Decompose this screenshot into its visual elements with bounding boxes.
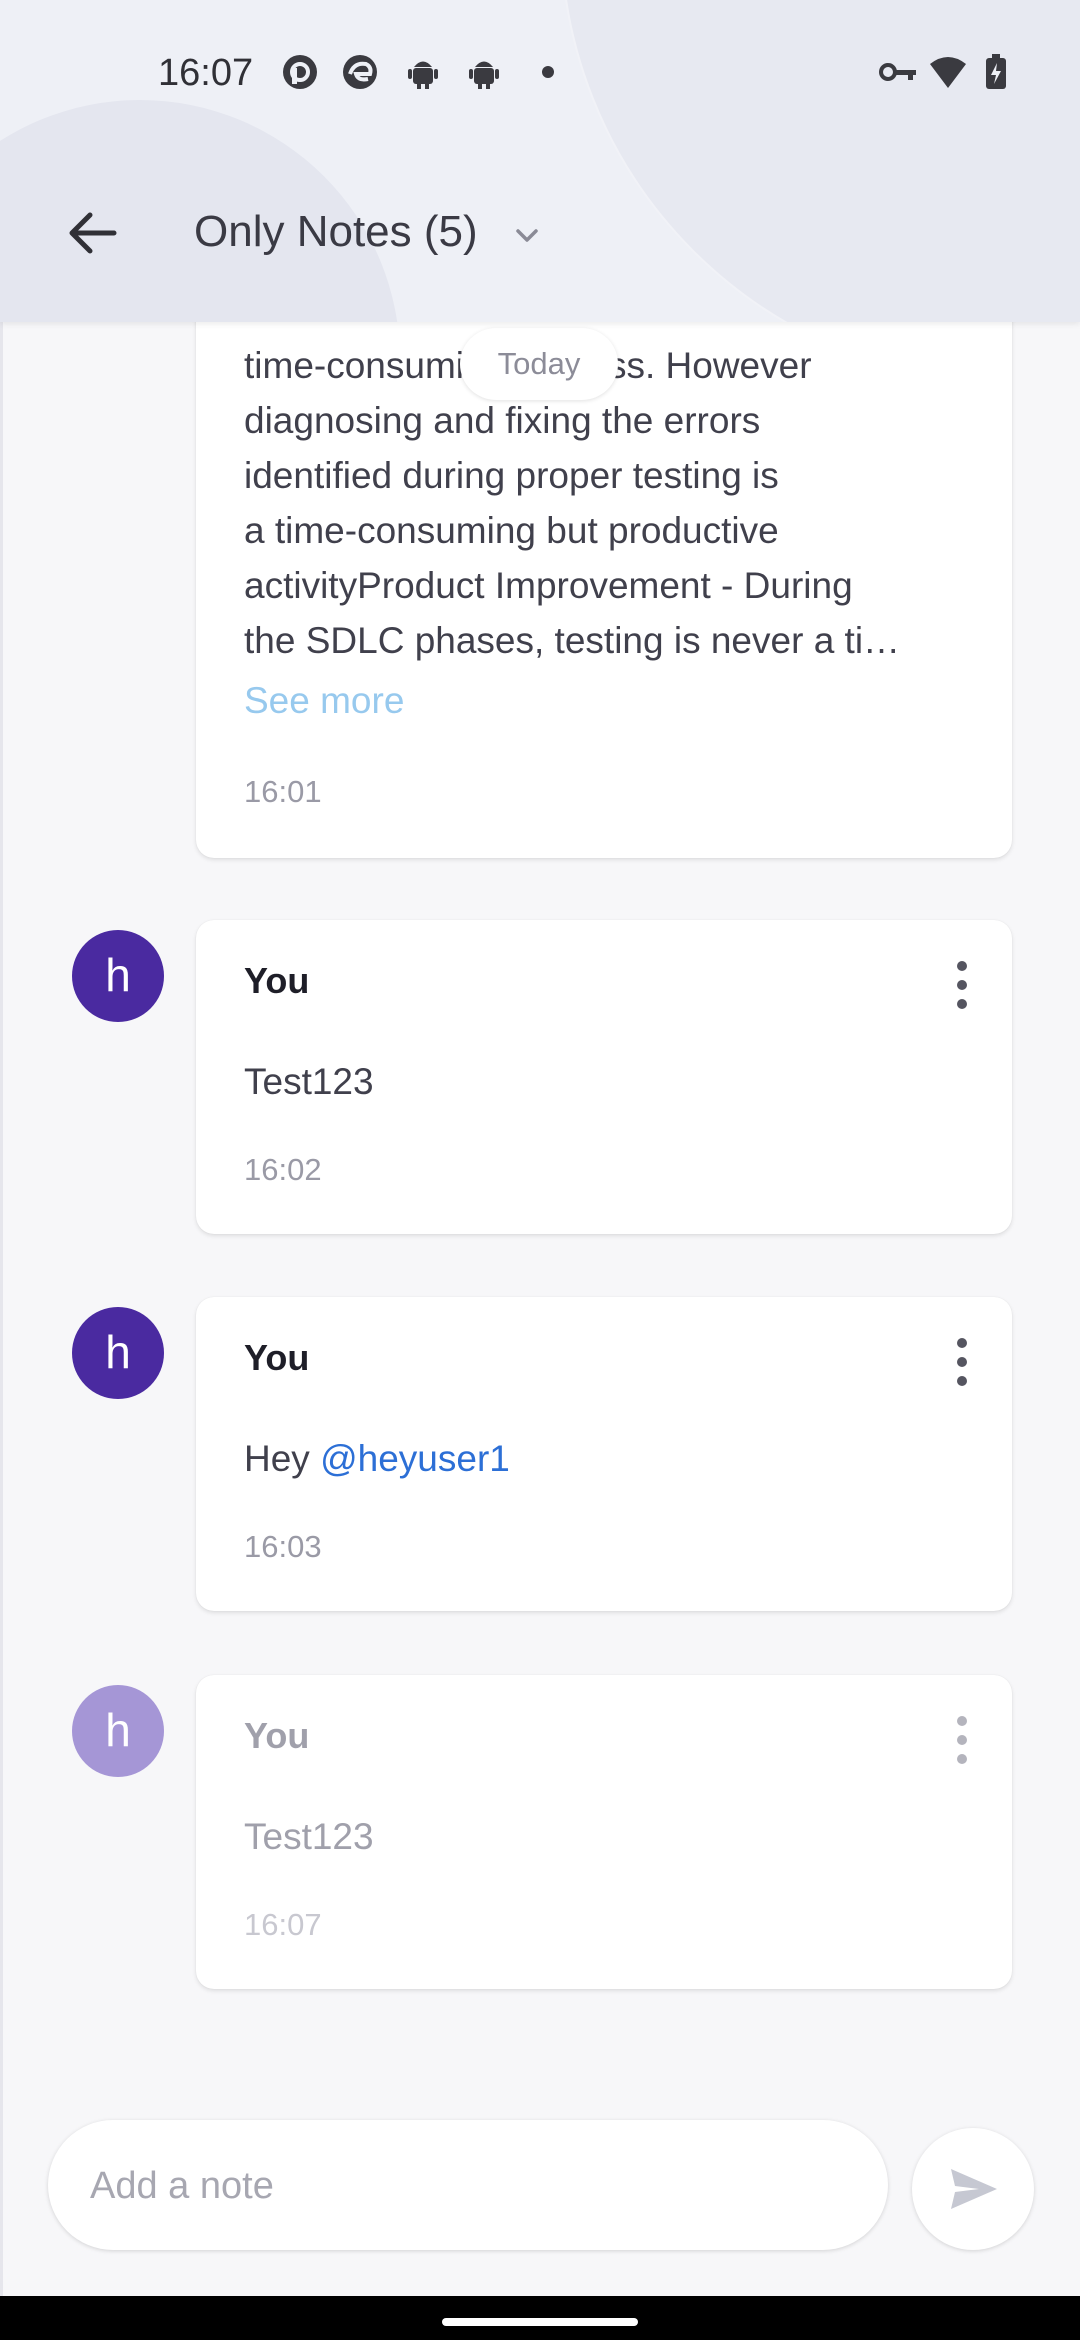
avatar[interactable]: h [72,1307,164,1399]
edge-icon [343,55,377,89]
android-icon [469,61,499,89]
top-app-bar: 16:07 Only Notes (5) [0,0,1080,322]
add-note-input[interactable] [88,2150,852,2222]
note-text-line: activityProduct Improvement - During [244,565,853,606]
vpn-key-icon [879,63,916,81]
home-gesture-handle[interactable] [442,2318,638,2326]
divider [0,322,3,2296]
note-timestamp: 16:01 [244,774,322,809]
note-text-line: the SDLC phases, testing is never a ti… [244,620,901,661]
more-vert-icon[interactable] [954,1715,970,1765]
note-card-pending: You Test123 16:07 [196,1675,1012,1989]
send-button[interactable] [912,2128,1034,2250]
note-text: Hey @heyuser1 [244,1431,510,1486]
pocket-casts-icon [283,55,317,89]
avatar[interactable]: h [72,1685,164,1777]
more-vert-icon[interactable] [954,960,970,1010]
dot-icon [542,66,554,78]
note-text-line: identified during proper testing is [244,455,779,496]
note-text: Test123 [244,1816,374,1857]
chevron-down-icon[interactable] [512,220,542,250]
note-timestamp: 16:03 [244,1529,322,1564]
note-card: You Test123 16:02 [196,920,1012,1234]
note-text: Test123 [244,1061,374,1102]
status-bar: 16:07 [0,0,1080,150]
send-icon [951,2169,997,2209]
avatar[interactable]: h [72,930,164,1022]
note-author: You [244,960,310,1001]
note-author: You [244,1715,310,1756]
note-text-line: diagnosing and fixing the errors [244,400,761,441]
more-vert-icon[interactable] [954,1337,970,1387]
date-separator-chip: Today [460,328,618,400]
status-time: 16:07 [158,52,254,94]
note-text-line: a time-consuming but productive [244,510,779,551]
battery-charging-icon [986,54,1006,89]
see-more-link[interactable]: See more [244,680,404,722]
note-text-prefix: Hey [244,1438,321,1479]
user-mention-link[interactable]: @heyuser1 [320,1438,510,1479]
back-arrow-icon[interactable] [64,205,120,261]
android-icon [408,61,438,89]
wifi-icon [930,57,966,88]
note-timestamp: 16:02 [244,1152,322,1187]
note-author: You [244,1337,310,1378]
page-title[interactable]: Only Notes (5) [194,207,478,257]
note-card: You Hey @heyuser1 16:03 [196,1297,1012,1611]
note-timestamp: 16:07 [244,1907,322,1942]
note-composer [48,2120,888,2250]
